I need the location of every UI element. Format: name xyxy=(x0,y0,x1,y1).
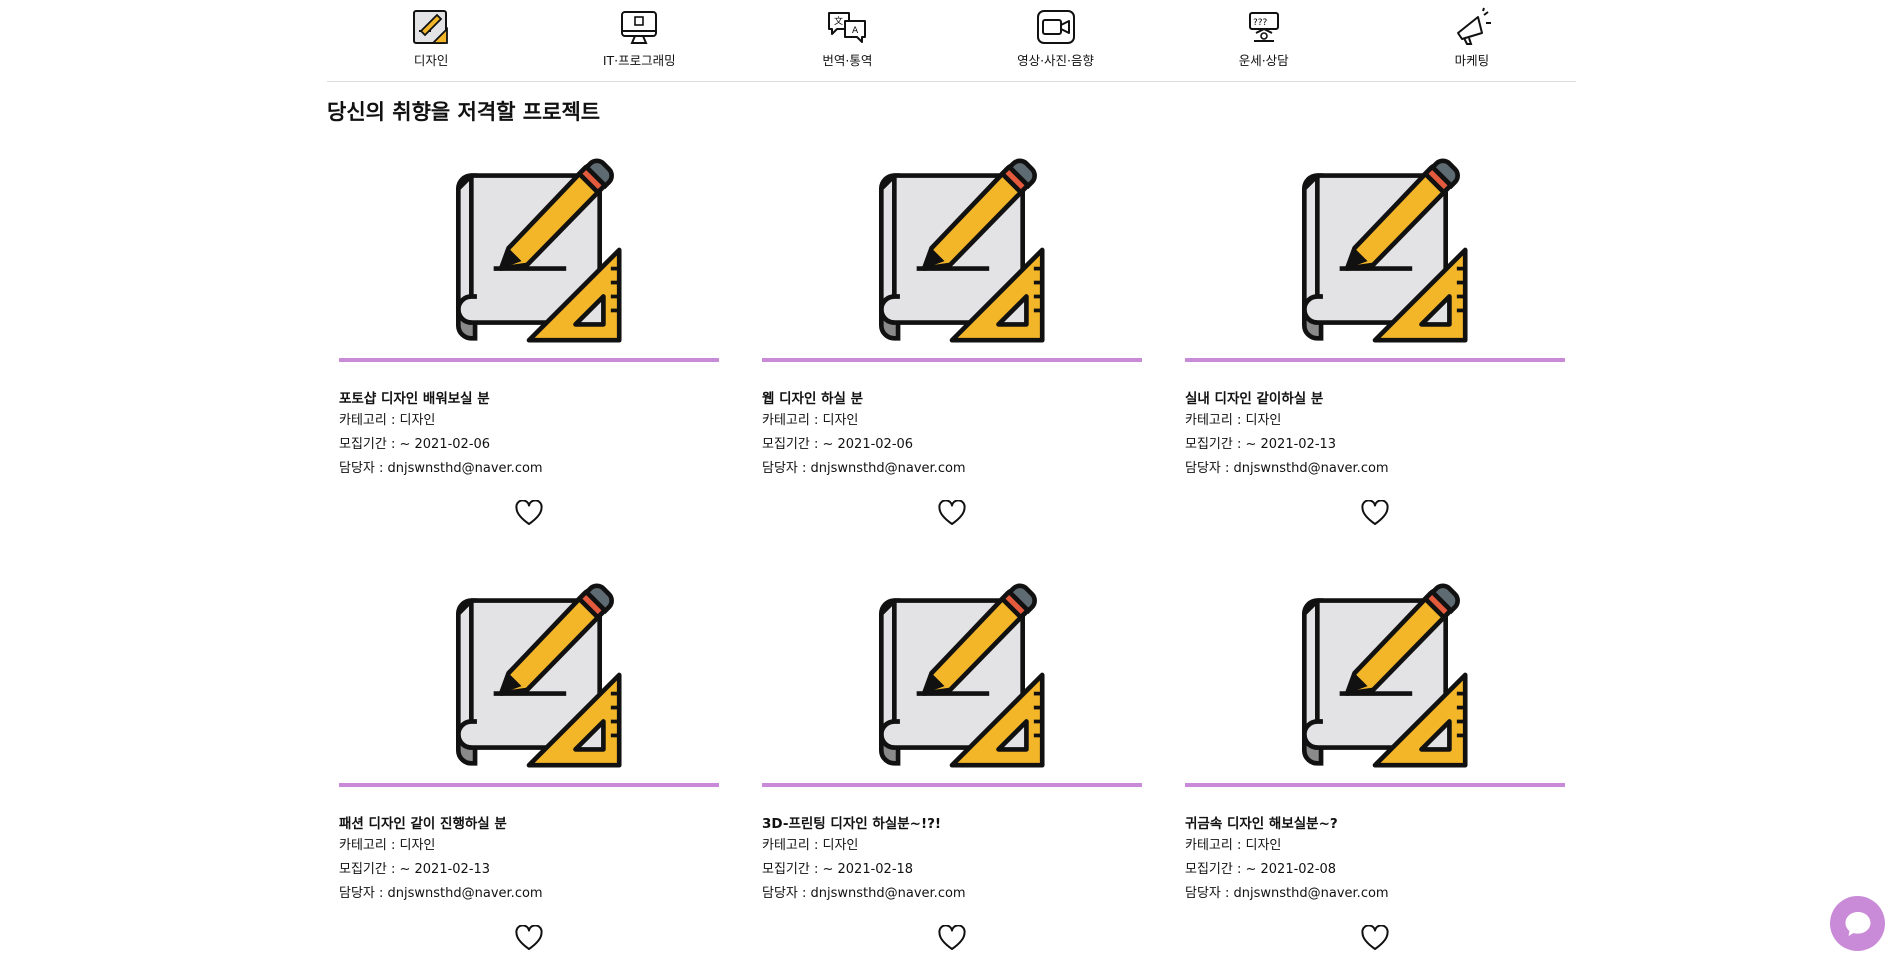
heart-icon xyxy=(1361,925,1389,951)
heart-icon xyxy=(938,925,966,951)
chat-bubble-icon xyxy=(1845,911,1870,936)
fortune-icon: ??? xyxy=(1248,12,1279,42)
category-translation[interactable]: 文 A 번역·통역 xyxy=(777,0,917,69)
project-title[interactable]: 웹 디자인 하실 분 xyxy=(762,387,1142,409)
design-drawing-icon xyxy=(1282,157,1468,343)
project-manager: 담당자 : dnjswnsthd@naver.com xyxy=(762,461,966,476)
project-manager: 담당자 : dnjswnsthd@naver.com xyxy=(339,886,543,901)
project-manager: 담당자 : dnjswnsthd@naver.com xyxy=(762,886,966,901)
svg-text:???: ??? xyxy=(1253,18,1268,28)
svg-text:A: A xyxy=(852,26,859,36)
project-period: 모집기간 : ~ 2021-02-06 xyxy=(762,437,914,452)
like-button[interactable] xyxy=(938,500,966,526)
project-category: 카테고리 : 디자인 xyxy=(1185,838,1282,853)
project-title[interactable]: 귀금속 디자인 해보실분~? xyxy=(1185,812,1565,834)
design-drawing-icon xyxy=(436,582,622,768)
design-drawing-icon xyxy=(859,157,1045,343)
category-design[interactable]: 디자인 xyxy=(361,0,501,69)
project-card[interactable]: 귀금속 디자인 해보실분~? 카테고리 : 디자인 모집기간 : ~ 2021-… xyxy=(1185,566,1565,961)
project-card[interactable]: 포토샵 디자인 배워보실 분 카테고리 : 디자인 모집기간 : ~ 2021-… xyxy=(339,141,719,536)
category-fortune-counsel[interactable]: ??? 운세·상담 xyxy=(1194,0,1334,69)
project-image[interactable] xyxy=(762,141,1142,362)
category-nav: 디자인 IT·프로그래밍 文 A 번역·통역 영상·사진·음향 ??? 운세·상… xyxy=(327,0,1576,82)
video-camera-icon xyxy=(1036,10,1075,44)
like-button[interactable] xyxy=(1361,925,1389,951)
design-drawing-icon xyxy=(1282,582,1468,768)
project-title[interactable]: 3D-프린팅 디자인 하실분~!?! xyxy=(762,812,1142,834)
like-button[interactable] xyxy=(1361,500,1389,526)
project-grid: 포토샵 디자인 배워보실 분 카테고리 : 디자인 모집기간 : ~ 2021-… xyxy=(339,141,1579,961)
project-card[interactable]: 웹 디자인 하실 분 카테고리 : 디자인 모집기간 : ~ 2021-02-0… xyxy=(762,141,1142,536)
design-drawing-icon xyxy=(436,157,622,343)
project-period: 모집기간 : ~ 2021-02-13 xyxy=(1185,437,1337,452)
project-category: 카테고리 : 디자인 xyxy=(339,413,436,428)
project-image[interactable] xyxy=(1185,566,1565,787)
category-translation-label: 번역·통역 xyxy=(822,53,873,68)
like-button[interactable] xyxy=(515,925,543,951)
computer-icon xyxy=(621,11,658,44)
svg-text:文: 文 xyxy=(834,15,843,27)
main-content: 디자인 IT·프로그래밍 文 A 번역·통역 영상·사진·음향 ??? 운세·상… xyxy=(327,0,1576,132)
project-category: 카테고리 : 디자인 xyxy=(339,838,436,853)
category-marketing[interactable]: 마케팅 xyxy=(1402,0,1542,69)
heart-icon xyxy=(515,500,543,526)
like-button[interactable] xyxy=(938,925,966,951)
project-image[interactable] xyxy=(339,141,719,362)
project-card[interactable]: 3D-프린팅 디자인 하실분~!?! 카테고리 : 디자인 모집기간 : ~ 2… xyxy=(762,566,1142,961)
category-fortune-label: 운세·상담 xyxy=(1238,53,1289,68)
category-video-photo-audio[interactable]: 영상·사진·음향 xyxy=(986,0,1126,69)
category-it-label: IT·프로그래밍 xyxy=(602,53,676,68)
megaphone-icon xyxy=(1456,7,1491,45)
project-period: 모집기간 : ~ 2021-02-08 xyxy=(1185,862,1337,877)
category-marketing-label: 마케팅 xyxy=(1454,53,1490,68)
heart-icon xyxy=(938,500,966,526)
category-it-programming[interactable]: IT·프로그래밍 xyxy=(569,0,709,69)
project-title[interactable]: 포토샵 디자인 배워보실 분 xyxy=(339,387,719,409)
heart-icon xyxy=(1361,500,1389,526)
design-drawing-icon xyxy=(859,582,1045,768)
heart-icon xyxy=(515,925,543,951)
project-manager: 담당자 : dnjswnsthd@naver.com xyxy=(339,461,543,476)
project-period: 모집기간 : ~ 2021-02-18 xyxy=(762,862,914,877)
project-card[interactable]: 실내 디자인 같이하실 분 카테고리 : 디자인 모집기간 : ~ 2021-0… xyxy=(1185,141,1565,536)
project-card[interactable]: 패션 디자인 같이 진행하실 분 카테고리 : 디자인 모집기간 : ~ 202… xyxy=(339,566,719,961)
chat-button[interactable] xyxy=(1830,896,1885,951)
project-period: 모집기간 : ~ 2021-02-06 xyxy=(339,437,491,452)
project-category: 카테고리 : 디자인 xyxy=(762,838,859,853)
like-button[interactable] xyxy=(515,500,543,526)
category-video-label: 영상·사진·음향 xyxy=(1017,53,1095,68)
project-manager: 담당자 : dnjswnsthd@naver.com xyxy=(1185,886,1389,901)
design-icon xyxy=(413,10,448,44)
project-image[interactable] xyxy=(339,566,719,787)
section-title: 당신의 취향을 저격할 프로젝트 xyxy=(327,100,601,124)
category-design-label: 디자인 xyxy=(413,53,449,68)
project-period: 모집기간 : ~ 2021-02-13 xyxy=(339,862,491,877)
project-image[interactable] xyxy=(762,566,1142,787)
project-category: 카테고리 : 디자인 xyxy=(762,413,859,428)
project-title[interactable]: 패션 디자인 같이 진행하실 분 xyxy=(339,812,719,834)
project-title[interactable]: 실내 디자인 같이하실 분 xyxy=(1185,387,1565,409)
project-manager: 담당자 : dnjswnsthd@naver.com xyxy=(1185,461,1389,476)
translate-icon: 文 A xyxy=(828,12,867,43)
project-image[interactable] xyxy=(1185,141,1565,362)
project-category: 카테고리 : 디자인 xyxy=(1185,413,1282,428)
